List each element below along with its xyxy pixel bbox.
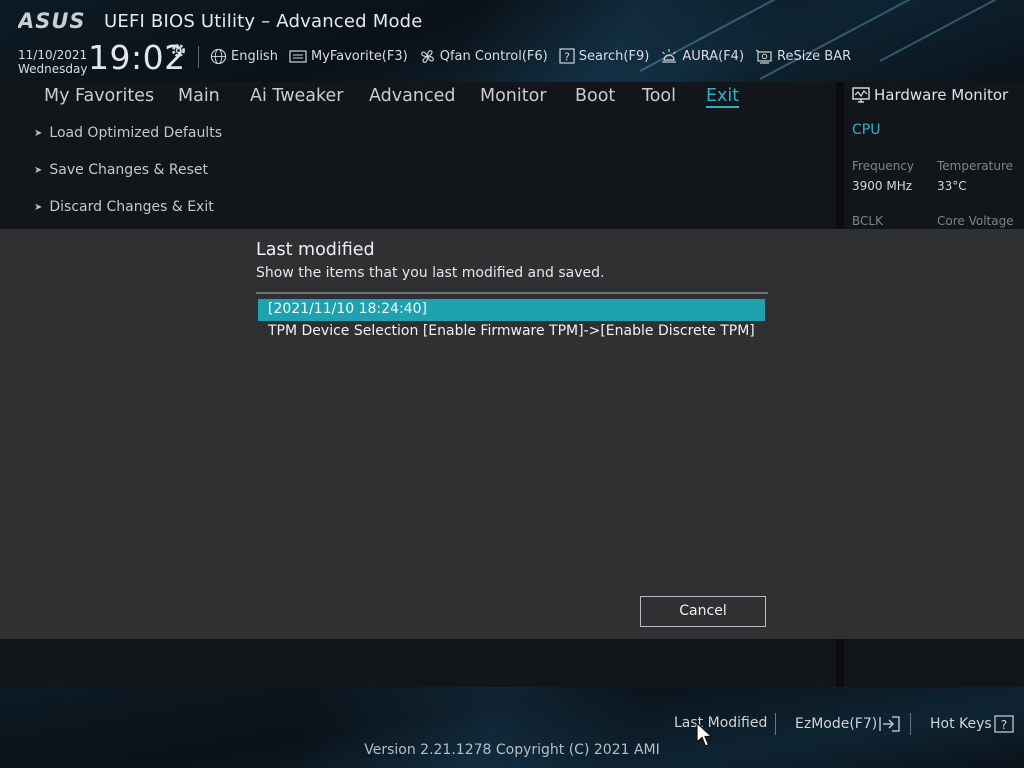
tab-main[interactable]: Main [178,86,220,106]
qfan-control-label: Qfan Control(F6) [439,48,548,64]
svg-text:ASUS: ASUS [18,10,86,32]
search-label: Search(F9) [578,48,650,64]
option-label: Discard Changes & Exit [49,199,214,215]
footer-bar: Last Modified EzMode(F7) Hot Keys ? Vers… [0,687,1024,768]
option-label: Load Optimized Defaults [49,125,222,141]
core-voltage-label: Core Voltage [937,214,1014,228]
monitor-icon [852,86,870,103]
aura-button[interactable]: AURA(F4) [660,46,744,66]
frequency-value: 3900 MHz [852,179,913,193]
frequency-label: Frequency [852,159,914,173]
svg-text:?: ? [564,51,570,64]
chevron-right-icon: ➤ [34,202,43,213]
tab-tool[interactable]: Tool [642,86,676,106]
globe-icon [210,48,227,64]
toolbar: English MyFavorite(F3) Qfan Control(F6) … [210,46,862,66]
aura-label: AURA(F4) [682,48,745,64]
tab-ai-tweaker[interactable]: Ai Tweaker [250,86,343,106]
header-decoration [879,0,1024,62]
myfavorite-button[interactable]: MyFavorite(F3) [289,46,408,66]
aura-icon [662,48,677,63]
hardware-monitor-title: Hardware Monitor [852,86,1008,104]
ezmode-label: EzMode(F7) [795,716,878,732]
date-text: 11/10/2021 [18,48,88,62]
resize-bar-button[interactable]: ReSize BAR [755,46,851,66]
version-text: Version 2.21.1278 Copyright (C) 2021 AMI [364,742,660,758]
bclk-label: BCLK [852,214,883,228]
favorite-icon [289,49,307,63]
header-decoration [759,0,1024,80]
resize-bar-icon [755,49,772,64]
log-entry-timestamp[interactable]: [2021/11/10 18:24:40] [258,299,765,321]
cancel-button[interactable]: Cancel [640,596,766,627]
temperature-label: Temperature [937,159,1014,173]
footer-separator [910,713,911,735]
date-display: 11/10/2021 Wednesday [18,48,87,76]
search-icon: ? [559,48,575,64]
hardware-monitor-label: Hardware Monitor [874,86,1009,104]
last-modified-button[interactable]: Last Modified [674,715,767,731]
hot-keys-label: Hot Keys [930,716,992,732]
chevron-right-icon: ➤ [34,165,43,176]
myfavorite-label: MyFavorite(F3) [310,48,408,64]
tab-monitor[interactable]: Monitor [480,86,547,106]
asus-logo: ASUS [18,10,86,32]
load-optimized-defaults-item[interactable]: ➤ Load Optimized Defaults [34,125,222,141]
log-entry-change[interactable]: TPM Device Selection [Enable Firmware TP… [258,321,765,343]
main-menu: My Favorites Main Ai Tweaker Advanced Mo… [0,82,836,112]
weekday-text: Wednesday [18,62,88,76]
chevron-right-icon: ➤ [34,128,43,139]
exit-arrow-icon [879,716,900,732]
save-changes-reset-item[interactable]: ➤ Save Changes & Reset [34,162,208,178]
last-modified-dialog: Last modified Show the items that you la… [0,229,1024,639]
tab-boot[interactable]: Boot [575,86,615,106]
language-button[interactable]: English [210,46,278,66]
qfan-control-button[interactable]: Qfan Control(F6) [419,46,548,66]
gear-icon[interactable] [170,42,187,59]
dialog-subtitle: Show the items that you last modified an… [256,265,605,281]
header-bar: ASUS UEFI BIOS Utility – Advanced Mode 1… [0,0,1024,82]
language-label: English [231,48,278,64]
option-label: Save Changes & Reset [49,162,209,178]
tab-my-favorites[interactable]: My Favorites [44,86,154,106]
fan-icon [420,49,434,63]
cpu-section-title: CPU [852,122,881,138]
hot-keys-button[interactable]: Hot Keys ? [930,715,1014,733]
discard-changes-exit-item[interactable]: ➤ Discard Changes & Exit [34,199,214,215]
header-separator [198,46,199,68]
tab-advanced[interactable]: Advanced [369,86,455,106]
svg-text:?: ? [1001,718,1007,732]
app-title: UEFI BIOS Utility – Advanced Mode [104,11,423,32]
last-modified-label: Last Modified [674,715,768,731]
footer-separator [775,713,776,735]
search-button[interactable]: ? Search(F9) [559,46,650,66]
ezmode-button[interactable]: EzMode(F7) [795,715,901,733]
mouse-cursor-icon [696,722,714,747]
dialog-title: Last modified [256,240,375,260]
help-icon: ? [994,715,1014,733]
resize-bar-label: ReSize BAR [777,48,852,64]
tab-exit[interactable]: Exit [706,86,740,108]
dialog-divider [256,292,768,294]
temperature-value: 33°C [937,179,967,193]
